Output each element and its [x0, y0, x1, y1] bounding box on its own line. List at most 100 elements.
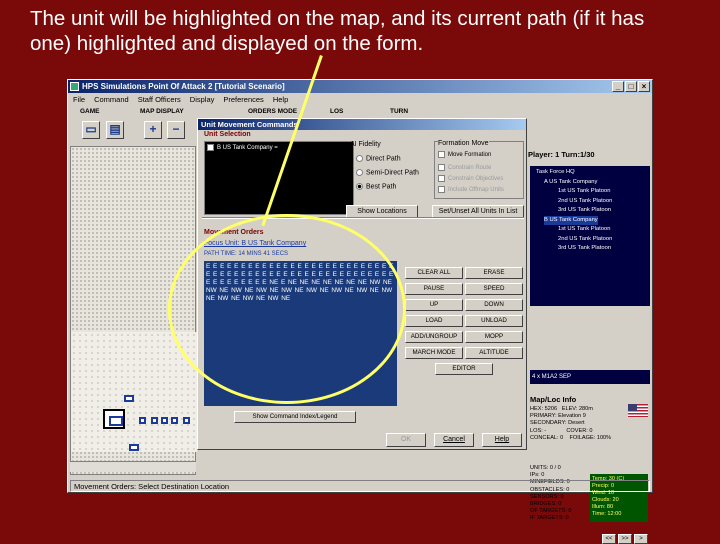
hex-value: HEX: 5206	[530, 406, 558, 412]
elev-value: ELEV: 280m	[561, 406, 593, 412]
altitude-button[interactable]: ALTITUDE	[465, 347, 523, 359]
weather-clouds: Clouds: 20	[592, 497, 619, 503]
checkbox-label: Include Offmap Units	[448, 187, 504, 194]
tree-item-selected[interactable]: B US Tank Company	[544, 215, 598, 225]
units-count: UNITS: 0 / 0	[530, 465, 561, 471]
menu-staff-officers[interactable]: Staff Officers	[138, 94, 181, 106]
conceal-value: CONCEAL: 0	[530, 434, 564, 441]
tree-item[interactable]: 2nd US Tank Platoon	[532, 235, 648, 245]
menu-help[interactable]: Help	[273, 94, 288, 106]
move-formation-checkbox[interactable]: Move Formation	[438, 151, 491, 158]
zoom-in-icon[interactable]: +	[144, 121, 162, 139]
nav-buttons: << >> >	[602, 534, 648, 544]
ok-button[interactable]: OK	[386, 433, 426, 447]
radio-label: Best Path	[366, 183, 397, 191]
nav-forward-button[interactable]: >	[634, 534, 648, 544]
ai-fidelity-label: AI Fidelity	[350, 141, 381, 148]
editor-button[interactable]: EDITOR	[435, 363, 493, 375]
menu-preferences[interactable]: Preferences	[223, 94, 263, 106]
primary-terrain: PRIMARY: Elevation 9	[530, 413, 586, 420]
window-title: HPS Simulations Point Of Attack 2 [Tutor…	[82, 82, 285, 91]
dialog-divider	[202, 217, 524, 219]
map-unit[interactable]	[171, 417, 178, 424]
tree-item[interactable]: 1st US Tank Platoon	[532, 187, 648, 197]
game-window-icon[interactable]: ▭	[82, 121, 100, 139]
map-scrollbar[interactable]	[70, 461, 196, 472]
unit-selection-label: Unit Selection	[204, 131, 251, 138]
tree-item[interactable]: Task Force HQ	[532, 168, 648, 178]
radio-off-icon	[356, 169, 363, 176]
unit-tree[interactable]: Task Force HQ A US Tank Company 1st US T…	[530, 166, 650, 306]
unload-button[interactable]: UNLOAD	[465, 315, 523, 327]
map-unit[interactable]	[124, 395, 134, 402]
menubar: File Command Staff Officers Display Pref…	[68, 94, 652, 106]
map-unit[interactable]	[139, 417, 146, 424]
tree-item[interactable]: 3rd US Tank Platoon	[532, 206, 648, 216]
player-turn: Player: 1 Turn:1/30	[528, 150, 595, 159]
game-save-icon[interactable]: ▤	[106, 121, 124, 139]
selected-unit[interactable]	[103, 409, 125, 429]
erase-button[interactable]: ERASE	[465, 267, 523, 279]
radio-semi-direct-path[interactable]: Semi-Direct Path	[356, 169, 419, 176]
movement-orders-list[interactable]: E E E E E E E E E E E E E E E E E E E E …	[204, 261, 397, 406]
foliage-value: FOILAGE: 100%	[569, 434, 612, 441]
map-info-title: Map/Loc Info	[530, 395, 577, 404]
down-button[interactable]: DOWN	[465, 299, 523, 311]
radio-label: Semi-Direct Path	[366, 169, 419, 177]
radio-direct-path[interactable]: Direct Path	[356, 155, 401, 162]
unit-list-item[interactable]: B US Tank Company =	[217, 145, 278, 151]
nav-prev-button[interactable]: <<	[602, 534, 616, 544]
map-unit[interactable]	[151, 417, 158, 424]
show-command-index-button[interactable]: Show Command Index/Legend	[234, 411, 356, 423]
load-button[interactable]: LOAD	[405, 315, 463, 327]
march-mode-button[interactable]: MARCH MODE	[405, 347, 463, 359]
checkbox-icon	[438, 186, 445, 193]
pause-button[interactable]: PAUSE	[405, 283, 463, 295]
menu-file[interactable]: File	[73, 94, 85, 106]
focus-unit-link[interactable]: Focus Unit: B US Tank Company	[204, 240, 306, 247]
tree-item[interactable]: 2nd US Tank Platoon	[532, 197, 648, 207]
radio-on-icon	[356, 183, 363, 190]
radio-label: Direct Path	[366, 155, 401, 163]
up-button[interactable]: UP	[405, 299, 463, 311]
add-ungroup-button[interactable]: ADD/UNGROUP	[405, 331, 463, 343]
map-unit[interactable]	[129, 444, 139, 451]
menu-display[interactable]: Display	[190, 94, 215, 106]
checkbox-icon	[438, 175, 445, 182]
map-info-block: HEX: 5206 ELEV: 280m PRIMARY: Elevation …	[530, 406, 650, 442]
nav-next-button[interactable]: >>	[618, 534, 632, 544]
weather-time: Time: 12:00	[592, 511, 622, 517]
status-bar: Movement Orders: Select Destination Loca…	[70, 480, 650, 492]
toolbar-labels: GAME MAP DISPLAY ORDERS MODE LOS TURN	[68, 108, 652, 118]
include-offmap-checkbox[interactable]: Include Offmap Units	[438, 186, 504, 193]
tactical-map[interactable]	[70, 146, 197, 475]
window-titlebar: HPS Simulations Point Of Attack 2 [Tutor…	[68, 80, 652, 93]
map-unit[interactable]	[183, 417, 190, 424]
menu-command[interactable]: Command	[94, 94, 129, 106]
clear-all-button[interactable]: CLEAR ALL	[405, 267, 463, 279]
radio-best-path[interactable]: Best Path	[356, 183, 396, 190]
checkbox-label: Constrain Route	[448, 165, 492, 172]
secondary-terrain: SECONDARY: Desert	[530, 420, 585, 427]
unit-checkbox[interactable]: ✓	[207, 144, 214, 152]
tree-item[interactable]: 1st US Tank Platoon	[532, 225, 648, 235]
toolbar-label-los: LOS	[330, 108, 344, 115]
minimize-button[interactable]: _	[612, 81, 624, 92]
mopp-button[interactable]: MOPP	[465, 331, 523, 343]
tree-item[interactable]: 3rd US Tank Platoon	[532, 244, 648, 254]
cancel-button[interactable]: Cancel	[434, 433, 474, 447]
constrain-route-checkbox[interactable]: Constrain Route	[438, 164, 491, 171]
formation-move-label: Formation Move	[438, 140, 489, 147]
close-button[interactable]: ×	[638, 81, 650, 92]
zoom-out-icon[interactable]: −	[167, 121, 185, 139]
help-button[interactable]: Help	[482, 433, 522, 447]
speed-button[interactable]: SPEED	[465, 283, 523, 295]
tree-item[interactable]: A US Tank Company	[532, 178, 648, 188]
map-unit[interactable]	[161, 417, 168, 424]
app-icon	[70, 82, 79, 91]
movement-dialog: Unit Movement Commands Unit Selection ✓ B…	[197, 118, 527, 450]
toolbar-label-orders-mode: ORDERS MODE	[248, 108, 298, 115]
maximize-button[interactable]: □	[625, 81, 637, 92]
dialog-title: Unit Movement Commands	[198, 119, 526, 130]
constrain-objectives-checkbox[interactable]: Constrain Objectives	[438, 175, 503, 182]
